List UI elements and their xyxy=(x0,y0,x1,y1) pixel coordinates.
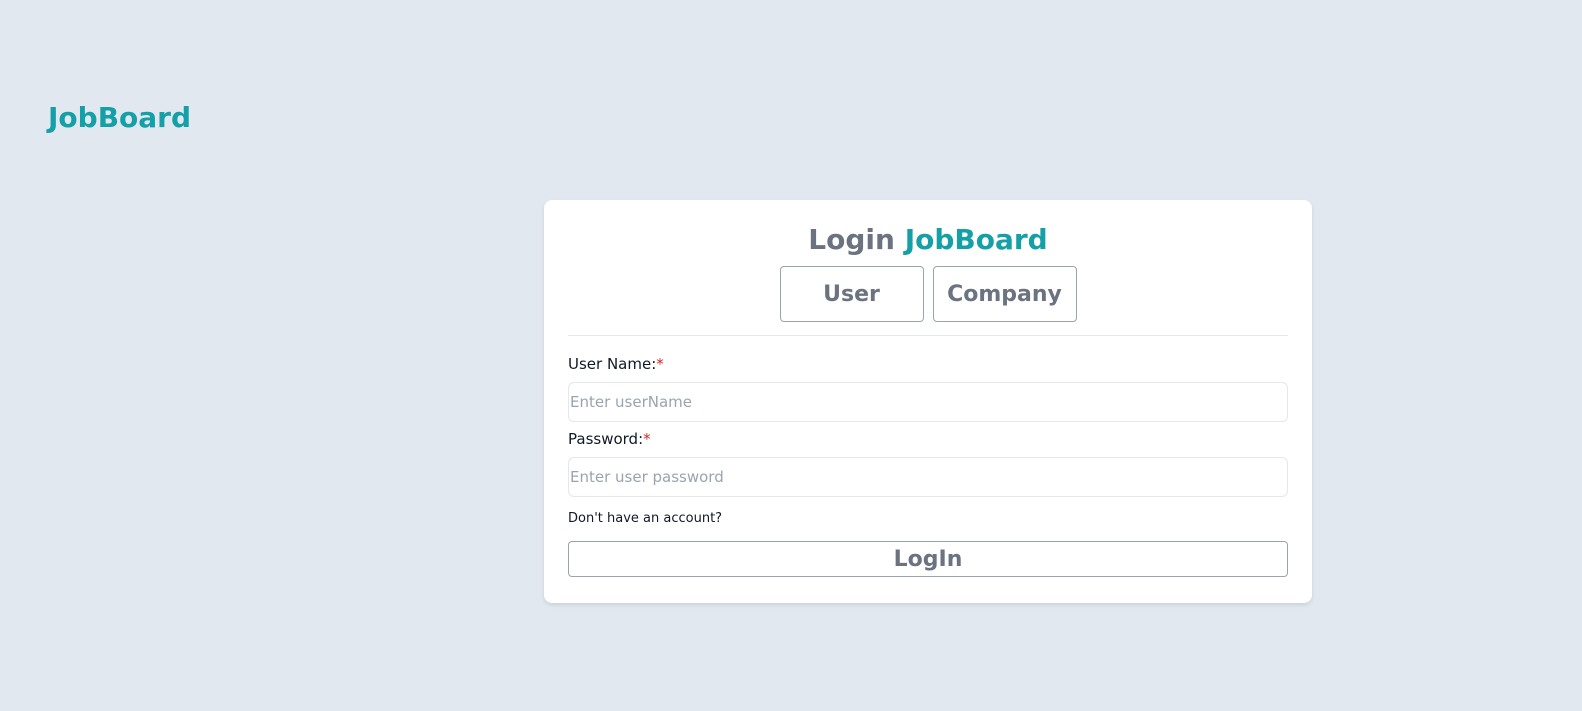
account-type-tabs: User Company xyxy=(568,266,1288,322)
username-label: User Name:* xyxy=(568,354,1288,374)
login-title-brand: JobBoard xyxy=(904,223,1048,256)
signup-link[interactable]: Don't have an account? xyxy=(568,509,722,529)
tab-user[interactable]: User xyxy=(779,266,924,322)
login-title: Login JobBoard xyxy=(568,200,1288,260)
required-asterisk: * xyxy=(643,430,651,448)
login-button[interactable]: LogIn xyxy=(568,541,1288,577)
password-label-text: Password: xyxy=(568,430,644,448)
password-input[interactable] xyxy=(568,457,1288,497)
required-asterisk: * xyxy=(656,355,664,373)
password-label: Password:* xyxy=(568,429,1288,449)
login-title-prefix: Login xyxy=(808,223,895,256)
username-input[interactable] xyxy=(568,382,1288,422)
divider xyxy=(568,335,1288,336)
brand-logo[interactable]: JobBoard xyxy=(48,98,191,138)
login-card: Login JobBoard User Company User Name:* … xyxy=(544,200,1312,603)
tab-company[interactable]: Company xyxy=(932,266,1077,322)
username-label-text: User Name: xyxy=(568,355,657,373)
